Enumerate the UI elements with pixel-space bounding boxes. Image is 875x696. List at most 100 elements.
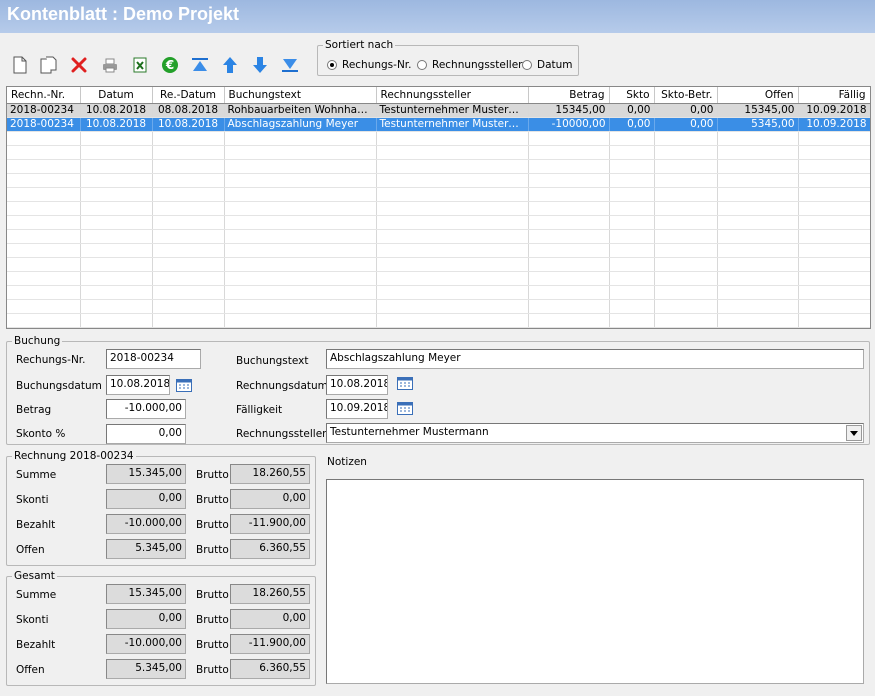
betrag-input[interactable]: -10.000,00 [106, 399, 186, 419]
table-cell: 0,00 [654, 103, 718, 118]
print-icon[interactable] [100, 55, 120, 75]
table-cell: 0,00 [654, 117, 718, 132]
rechnung-brutto-value: 18.260,55 [230, 464, 310, 484]
rechnungsnr-label: Rechungs-Nr. [16, 354, 86, 366]
betrag-label: Betrag [16, 404, 52, 416]
svg-text:€: € [165, 58, 174, 72]
sort-radio-rechnungsnr[interactable]: Rechungs-Nr. [327, 59, 412, 71]
gesamt-row-label: Summe [16, 589, 57, 601]
table-cell: Abschlagszahlung Meyer [224, 117, 377, 132]
title-bar: Kontenblatt : Demo Projekt [0, 0, 875, 33]
rechnung-brutto-label: Brutto [196, 519, 229, 531]
buchung-group-label: Buchung [12, 335, 63, 347]
empty-table-row [7, 215, 870, 230]
rechnungsnr-input[interactable]: 2018-00234 [106, 349, 201, 369]
gesamt-brutto-value: -11.900,00 [230, 634, 310, 654]
rechnung-brutto-label: Brutto [196, 469, 229, 481]
sort-radio-datum[interactable]: Datum [522, 59, 573, 71]
delete-icon[interactable] [69, 55, 89, 75]
empty-table-row [7, 313, 870, 328]
gesamt-group-label: Gesamt [12, 570, 57, 582]
buchungstext-label: Buchungstext [236, 355, 309, 367]
rechnungsdatum-input[interactable]: 10.08.2018 [326, 375, 388, 395]
rechnungssteller-label: Rechnungssteller [236, 428, 327, 440]
buchungstext-input[interactable]: Abschlagszahlung Meyer [326, 349, 864, 369]
table-cell: 10.08.2018 [80, 117, 153, 132]
column-header[interactable]: Rechn.-Nr. [7, 87, 81, 104]
table-cell: 2018-00234 [7, 117, 81, 132]
skonto-label: Skonto % [16, 428, 66, 440]
move-bottom-icon[interactable] [280, 55, 300, 75]
gesamt-brutto-value: 0,00 [230, 609, 310, 629]
column-header[interactable]: Skto-Betr. [654, 87, 718, 104]
column-header[interactable]: Rechnungssteller [376, 87, 529, 104]
table-cell: Testunternehmer Musterma... [376, 103, 529, 118]
empty-table-row [7, 173, 870, 188]
rechnung-row-label: Skonti [16, 494, 49, 506]
copy-document-icon[interactable] [39, 55, 59, 75]
table-cell: -10000,00 [528, 117, 610, 132]
calendar-icon[interactable] [397, 376, 413, 390]
buchungsdatum-input[interactable]: 10.08.2018 [106, 375, 170, 395]
table-cell: 5345,00 [717, 117, 799, 132]
rechnung-row-label: Offen [16, 544, 45, 556]
rechnung-netto-value: 0,00 [106, 489, 186, 509]
move-down-icon[interactable] [250, 55, 270, 75]
empty-table-row [7, 271, 870, 286]
column-header[interactable]: Betrag [528, 87, 610, 104]
window-title: Kontenblatt : Demo Projekt [7, 4, 240, 24]
gesamt-brutto-label: Brutto [196, 639, 229, 651]
excel-export-icon[interactable] [130, 55, 150, 75]
empty-table-row [7, 229, 870, 244]
gesamt-row-label: Skonti [16, 614, 49, 626]
buchungsdatum-label: Buchungsdatum [16, 380, 102, 392]
move-up-icon[interactable] [220, 55, 240, 75]
table-cell: 0,00 [609, 117, 655, 132]
gesamt-netto-value: 0,00 [106, 609, 186, 629]
table-cell: Testunternehmer Musterma... [376, 117, 529, 132]
column-header[interactable]: Datum [80, 87, 153, 104]
calendar-icon[interactable] [397, 401, 413, 415]
table-cell: 10.09.2018 [798, 117, 870, 132]
sort-radio-label: Rechungs-Nr. [342, 59, 412, 71]
column-header[interactable]: Skto [609, 87, 655, 104]
skonto-input[interactable]: 0,00 [106, 424, 186, 444]
new-document-icon[interactable] [10, 55, 30, 75]
column-header[interactable]: Fällig [798, 87, 870, 104]
rechnung-brutto-label: Brutto [196, 544, 229, 556]
rechnungssteller-select[interactable]: Testunternehmer Mustermann [326, 423, 864, 443]
column-header[interactable]: Re.-Datum [152, 87, 225, 104]
sort-radio-rechnungssteller[interactable]: Rechnungssteller [417, 59, 522, 71]
table-cell: 10.08.2018 [152, 117, 225, 132]
euro-icon[interactable]: € [160, 55, 180, 75]
column-header[interactable]: Buchungstext [224, 87, 377, 104]
bookings-table[interactable]: Rechn.-Nr. Datum Re.-Datum Buchungstext … [6, 86, 871, 329]
rechnung-brutto-value: 6.360,55 [230, 539, 310, 559]
table-cell: 15345,00 [528, 103, 610, 118]
notizen-textarea[interactable] [326, 479, 864, 684]
table-row[interactable]: 2018-00234 10.08.2018 08.08.2018 Rohbaua… [7, 103, 870, 118]
table-header-row: Rechn.-Nr. Datum Re.-Datum Buchungstext … [7, 87, 870, 104]
chevron-down-icon[interactable] [846, 425, 862, 441]
gesamt-brutto-value: 18.260,55 [230, 584, 310, 604]
rechnung-netto-value: 5.345,00 [106, 539, 186, 559]
table-cell: 0,00 [609, 103, 655, 118]
gesamt-row-label: Offen [16, 664, 45, 676]
gesamt-netto-value: 5.345,00 [106, 659, 186, 679]
sort-radio-label: Rechnungssteller [432, 59, 523, 71]
faelligkeit-label: Fälligkeit [236, 404, 283, 416]
rechnung-netto-value: 15.345,00 [106, 464, 186, 484]
move-top-icon[interactable] [190, 55, 210, 75]
empty-table-row [7, 131, 870, 146]
table-cell: 10.09.2018 [798, 103, 870, 118]
gesamt-brutto-value: 6.360,55 [230, 659, 310, 679]
table-cell: Rohbauarbeiten Wohnhaus... [224, 103, 377, 118]
calendar-icon[interactable] [176, 378, 192, 392]
column-header[interactable]: Offen [717, 87, 799, 104]
table-row-selected[interactable]: 2018-00234 10.08.2018 10.08.2018 Abschla… [7, 117, 870, 132]
gesamt-brutto-label: Brutto [196, 614, 229, 626]
gesamt-brutto-label: Brutto [196, 664, 229, 676]
faelligkeit-input[interactable]: 10.09.2018 [326, 399, 388, 419]
rechnung-row-label: Summe [16, 469, 57, 481]
empty-table-row [7, 243, 870, 258]
